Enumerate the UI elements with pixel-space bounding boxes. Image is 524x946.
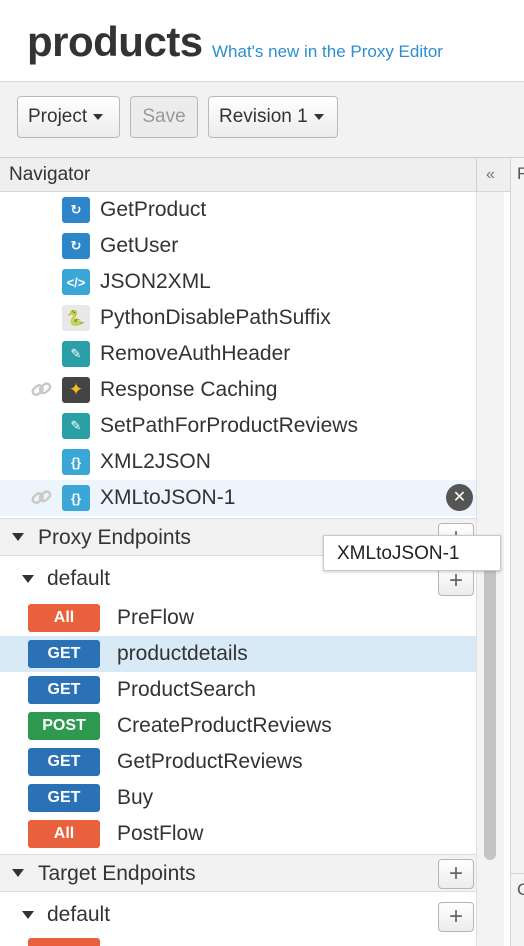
project-label: Project (28, 106, 88, 127)
caret-down-icon (93, 114, 104, 120)
navigator-scrollbar-thumb[interactable] (484, 560, 496, 860)
navigator-header: Navigator « (0, 158, 510, 192)
target-default-label: default (47, 903, 111, 926)
xml-to-json-icon: {} (62, 449, 90, 475)
verb-badge: GET (28, 748, 100, 776)
flow-item[interactable]: GET GetProductReviews (0, 744, 476, 780)
toolbar: Project Save Revision 1 (0, 82, 524, 158)
whats-new-link[interactable]: What's new in the Proxy Editor (212, 42, 443, 62)
policy-label: RemoveAuthHeader (100, 342, 291, 365)
proxy-endpoints-label: Proxy Endpoints (38, 526, 191, 549)
verb-badge: GET (28, 676, 100, 704)
policy-item[interactable]: ↻ GetProduct (0, 192, 476, 228)
verb-badge: GET (28, 640, 100, 668)
revision-dropdown-button[interactable]: Revision 1 (208, 96, 338, 138)
flow-item[interactable]: GET Buy (0, 780, 476, 816)
add-target-flow-button[interactable]: + (438, 902, 474, 932)
verb-badge: GET (28, 784, 100, 812)
policy-label: GetProduct (100, 198, 207, 221)
policy-label: JSON2XML (100, 270, 211, 293)
save-button[interactable]: Save (130, 96, 198, 138)
verb-badge: All (28, 820, 100, 848)
flow-label: PreFlow (117, 606, 195, 629)
flow-label: Buy (117, 786, 154, 809)
flow-item[interactable]: All PreFlow (0, 600, 476, 636)
policy-label: SetPathForProductReviews (100, 414, 358, 437)
proxy-default-label: default (47, 567, 111, 590)
link-icon (31, 490, 52, 505)
xml-to-json-icon: {} (62, 485, 90, 511)
policy-label: XML2JSON (100, 450, 211, 473)
flow-label: productdetails (117, 642, 248, 665)
revision-label: Revision 1 (219, 106, 308, 127)
policy-item[interactable]: ✦ Response Caching (0, 372, 476, 408)
policy-label: XMLtoJSON-1 (100, 486, 236, 509)
collapse-navigator-button[interactable]: « (476, 158, 504, 192)
flow-label: CreateProductReviews (117, 714, 332, 737)
policy-item[interactable]: ✎ SetPathForProductReviews (0, 408, 476, 444)
collapse-triangle-icon (12, 533, 24, 541)
service-callout-icon: ↻ (62, 197, 90, 223)
collapse-triangle-icon (22, 911, 34, 919)
flow-label: GetProductReviews (117, 750, 303, 773)
policy-item[interactable]: ✎ RemoveAuthHeader (0, 336, 476, 372)
verb-badge: POST (28, 712, 100, 740)
page-header: products What's new in the Proxy Editor (0, 0, 524, 82)
policy-item[interactable]: ↻ GetUser (0, 228, 476, 264)
policy-item[interactable]: </> JSON2XML (0, 264, 476, 300)
target-endpoints-label: Target Endpoints (38, 862, 196, 885)
collapse-triangle-icon (22, 575, 34, 583)
python-icon: 🐍 (62, 305, 90, 331)
right-panel-edge: F C (510, 158, 524, 946)
navigator-title: Navigator (9, 164, 91, 185)
caret-down-icon (313, 114, 324, 120)
flow-item[interactable]: GET ProductSearch (0, 672, 476, 708)
divider (511, 873, 524, 874)
flow-item[interactable]: POST CreateProductReviews (0, 708, 476, 744)
right-panel-letter-c: C (517, 880, 524, 899)
project-dropdown-button[interactable]: Project (17, 96, 120, 138)
json-to-xml-icon: </> (62, 269, 90, 295)
link-icon (31, 382, 52, 397)
remove-policy-icon[interactable]: ✕ (446, 484, 473, 511)
response-cache-icon: ✦ (62, 377, 90, 403)
save-label: Save (142, 106, 186, 127)
flow-item[interactable]: All PostFlow (0, 816, 476, 852)
service-callout-icon: ↻ (62, 233, 90, 259)
target-preflow-partial[interactable] (0, 934, 476, 946)
collapse-triangle-icon (12, 869, 24, 877)
target-default-endpoint[interactable]: default + (0, 898, 476, 934)
policy-item[interactable]: {} XMLtoJSON-1 ✕ (0, 480, 476, 516)
flow-item[interactable]: GET productdetails (0, 636, 476, 672)
right-panel-letter-f: F (517, 164, 524, 183)
target-endpoints-section[interactable]: Target Endpoints + (0, 854, 476, 892)
policy-label: GetUser (100, 234, 179, 257)
add-target-endpoint-button[interactable]: + (438, 859, 474, 889)
verb-badge (28, 938, 100, 946)
policy-item[interactable]: {} XML2JSON (0, 444, 476, 480)
page-title: products (27, 18, 203, 65)
policy-label: Response Caching (100, 378, 278, 401)
policy-item[interactable]: 🐍 PythonDisablePathSuffix (0, 300, 476, 336)
policy-tooltip: XMLtoJSON-1 (323, 535, 501, 571)
flow-label: ProductSearch (117, 678, 256, 701)
assign-message-icon: ✎ (62, 341, 90, 367)
assign-message-icon: ✎ (62, 413, 90, 439)
policy-label: PythonDisablePathSuffix (100, 306, 331, 329)
flow-label: PostFlow (117, 822, 204, 845)
verb-badge: All (28, 604, 100, 632)
